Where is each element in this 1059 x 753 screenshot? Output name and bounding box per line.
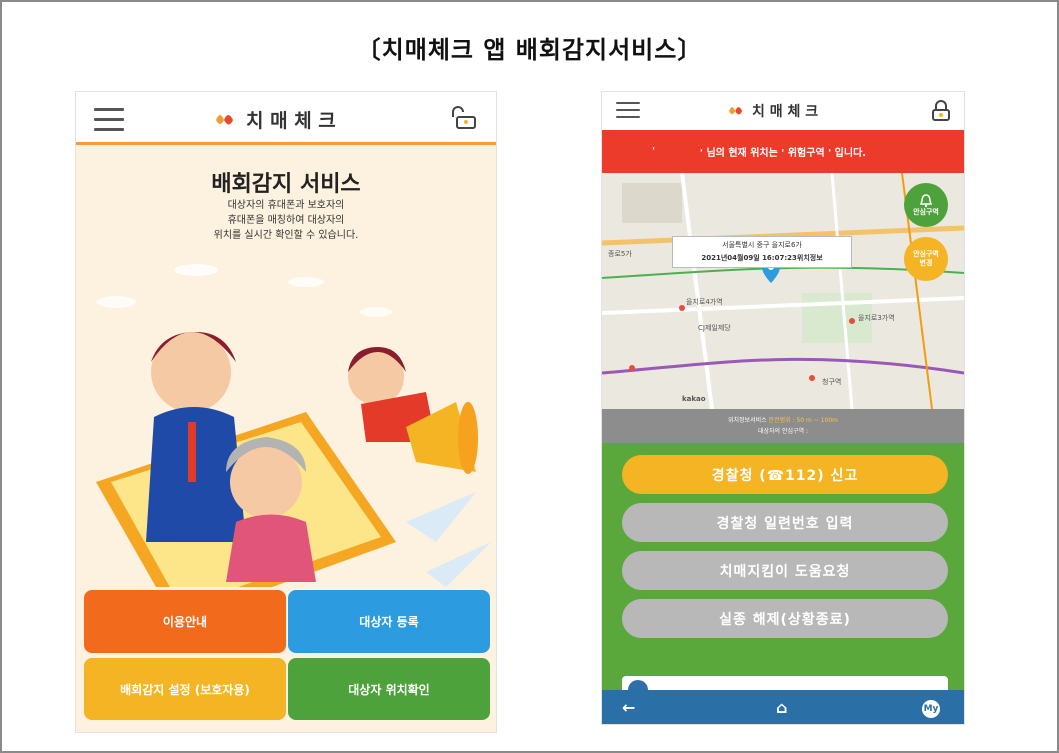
service-description: 대상자의 휴대폰과 보호자의 휴대폰을 매칭하여 대상자의 위치를 실시간 확인…: [213, 200, 359, 241]
target-location-button[interactable]: 대상자 위치확인: [288, 658, 490, 720]
location-map[interactable]: 을지로4가역 CJ제일제당 을지로3가역 종로5가 청구역 kakao 서울특별…: [602, 173, 964, 409]
app-logo: 치 매 체 크: [726, 101, 818, 121]
missing-release-button[interactable]: 실종 해제(상황종료): [622, 599, 948, 638]
usage-guide-button[interactable]: 이용안내: [84, 590, 286, 653]
right-app-header: 치 매 체 크: [602, 92, 964, 130]
my-page-icon[interactable]: My: [922, 700, 940, 718]
page-title: 〔치매체크 앱 배회감지서비스〕: [356, 36, 703, 64]
change-safe-zone-button[interactable]: 안심구역 변경: [904, 237, 948, 281]
menu-icon[interactable]: [616, 102, 640, 123]
wander-settings-button[interactable]: 배회감지 설정 (보호자용): [84, 658, 286, 720]
app-logo: 치 매 체 크: [212, 106, 336, 133]
menu-icon[interactable]: [94, 108, 124, 138]
home-icon[interactable]: ⌂: [776, 698, 787, 717]
police-serial-button[interactable]: 경찰청 일련번호 입력: [622, 503, 948, 542]
app-name: 치 매 체 크: [246, 110, 336, 132]
lock-icon[interactable]: [930, 100, 952, 122]
back-icon[interactable]: ←: [622, 698, 635, 717]
bell-icon: [919, 193, 933, 207]
family-illustration: [96, 264, 491, 587]
logo-icon: [729, 107, 743, 115]
danger-zone-alert: ' ' 님의 현재 위치는 ' 위험구역 ' 입니다.: [602, 130, 964, 173]
location-popup: 서울특별시 중구 을지로6가 2021년04월09일 16:07:23위치정보: [672, 236, 852, 268]
register-target-button[interactable]: 대상자 등록: [288, 590, 490, 653]
bottom-nav: ← ⌂ My: [602, 690, 964, 724]
right-phone-screen: 치 매 체 크 ' ' 님의 현재 위치는 ' 위험구역 ' 입니다. 을지로4…: [602, 92, 964, 724]
left-phone-screen: 치 매 체 크 배회감지 서비스 대상자의 휴대폰과 보호자의 휴대폰을 매칭하…: [76, 92, 496, 732]
police-report-button[interactable]: 경찰청 (☎112) 신고: [622, 455, 948, 494]
header-divider: [76, 142, 496, 145]
app-name: 치 매 체 크: [752, 104, 819, 120]
left-app-header: 치 매 체 크: [76, 92, 496, 142]
safe-zone-button[interactable]: 안심구역: [904, 183, 948, 227]
location-info-bar: 위치정보서비스 안전범위 : 50 m ~ 100m 대상자의 안심구역 :: [602, 409, 964, 443]
unlock-icon[interactable]: [448, 106, 478, 130]
dementia-help-button[interactable]: 치매지킴이 도움요청: [622, 551, 948, 590]
service-title: 배회감지 서비스: [211, 172, 361, 197]
logo-icon: [216, 114, 233, 124]
